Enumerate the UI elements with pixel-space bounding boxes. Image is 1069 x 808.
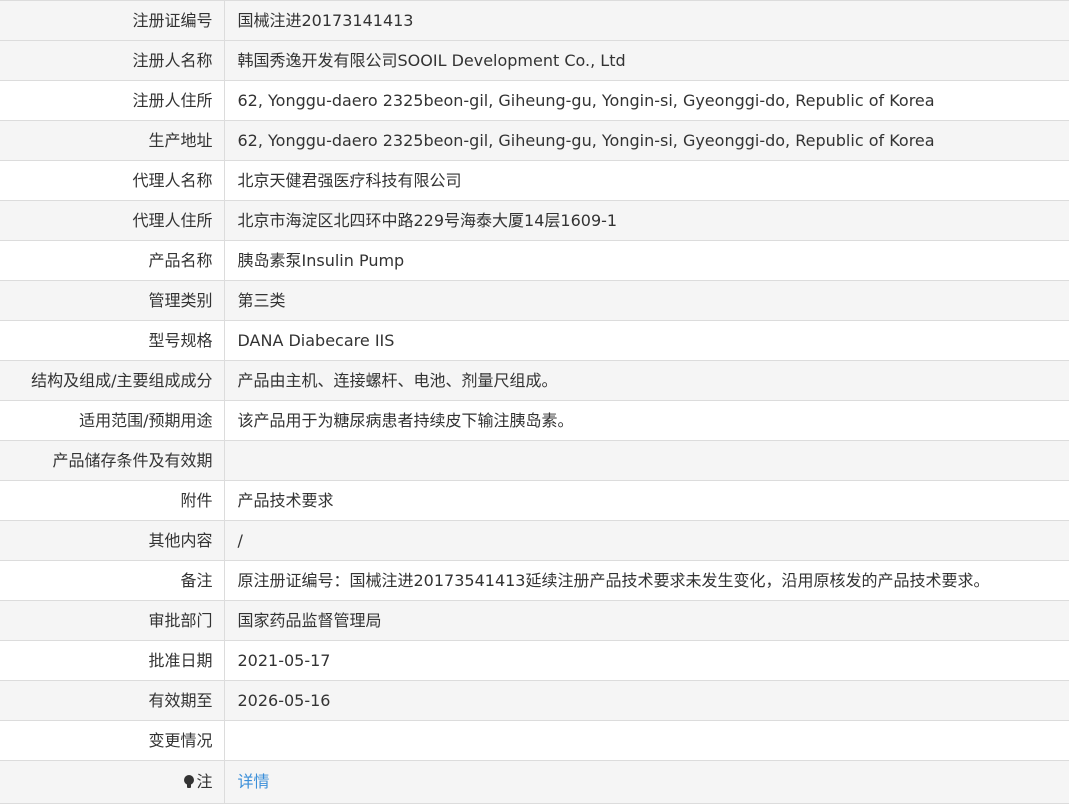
row-label: 有效期至 [0, 680, 225, 721]
row-value: 产品技术要求 [224, 480, 1069, 521]
row-value: 原注册证编号：国械注进20173541413延续注册产品技术要求未发生变化，沿用… [224, 560, 1069, 601]
row-value: 北京天健君强医疗科技有限公司 [224, 160, 1069, 201]
row-value: 该产品用于为糖尿病患者持续皮下输注胰岛素。 [224, 400, 1069, 441]
row-value: 北京市海淀区北四环中路229号海泰大厦14层1609-1 [224, 200, 1069, 241]
row-label: 结构及组成/主要组成成分 [0, 360, 225, 401]
table-row-agent-name: 代理人名称 北京天健君强医疗科技有限公司 [0, 160, 1069, 201]
row-label: 批准日期 [0, 640, 225, 681]
row-value: 产品由主机、连接螺杆、电池、剂量尺组成。 [224, 360, 1069, 401]
row-value: 胰岛素泵Insulin Pump [224, 240, 1069, 281]
note-label-cell: 注 [0, 760, 225, 804]
row-label: 附件 [0, 480, 225, 521]
table-row-registration-number: 注册证编号 国械注进20173141413 [0, 0, 1069, 41]
table-row-approval-department: 审批部门 国家药品监督管理局 [0, 600, 1069, 641]
row-value: / [224, 520, 1069, 561]
row-label: 产品储存条件及有效期 [0, 440, 225, 481]
table-row-registrant-address: 注册人住所 62, Yonggu-daero 2325beon-gil, Gih… [0, 80, 1069, 121]
row-label: 其他内容 [0, 520, 225, 561]
lightbulb-icon [184, 775, 195, 789]
row-value: DANA Diabecare IIS [224, 320, 1069, 361]
table-row-attachments: 附件 产品技术要求 [0, 480, 1069, 521]
table-row-structure-composition: 结构及组成/主要组成成分 产品由主机、连接螺杆、电池、剂量尺组成。 [0, 360, 1069, 401]
row-label: 管理类别 [0, 280, 225, 321]
table-row-product-name: 产品名称 胰岛素泵Insulin Pump [0, 240, 1069, 281]
row-label: 代理人住所 [0, 200, 225, 241]
row-label: 注册证编号 [0, 0, 225, 41]
table-row-production-address: 生产地址 62, Yonggu-daero 2325beon-gil, Gihe… [0, 120, 1069, 161]
table-row-change-status: 变更情况 [0, 720, 1069, 761]
table-row-other-content: 其他内容 / [0, 520, 1069, 561]
row-label: 审批部门 [0, 600, 225, 641]
table-row-model-spec: 型号规格 DANA Diabecare IIS [0, 320, 1069, 361]
table-row-note: 注 详情 [0, 760, 1069, 804]
row-value: 韩国秀逸开发有限公司SOOIL Development Co., Ltd [224, 40, 1069, 81]
row-label: 生产地址 [0, 120, 225, 161]
table-row-storage-validity: 产品储存条件及有效期 [0, 440, 1069, 481]
table-row-registrant-name: 注册人名称 韩国秀逸开发有限公司SOOIL Development Co., L… [0, 40, 1069, 81]
registration-detail-table: 注册证编号 国械注进20173141413 注册人名称 韩国秀逸开发有限公司SO… [0, 0, 1069, 804]
row-value: 62, Yonggu-daero 2325beon-gil, Giheung-g… [224, 80, 1069, 121]
table-row-management-category: 管理类别 第三类 [0, 280, 1069, 321]
table-row-approval-date: 批准日期 2021-05-17 [0, 640, 1069, 681]
row-value: 国家药品监督管理局 [224, 600, 1069, 641]
row-value [224, 720, 1069, 761]
row-label: 型号规格 [0, 320, 225, 361]
table-row-agent-address: 代理人住所 北京市海淀区北四环中路229号海泰大厦14层1609-1 [0, 200, 1069, 241]
details-link[interactable]: 详情 [238, 772, 270, 791]
row-value: 国械注进20173141413 [224, 0, 1069, 41]
row-value: 第三类 [224, 280, 1069, 321]
row-label: 适用范围/预期用途 [0, 400, 225, 441]
note-label: 注 [196, 772, 213, 791]
table-row-intended-use: 适用范围/预期用途 该产品用于为糖尿病患者持续皮下输注胰岛素。 [0, 400, 1069, 441]
table-row-valid-until: 有效期至 2026-05-16 [0, 680, 1069, 721]
row-label: 注册人名称 [0, 40, 225, 81]
row-label: 变更情况 [0, 720, 225, 761]
row-value: 2021-05-17 [224, 640, 1069, 681]
row-label: 代理人名称 [0, 160, 225, 201]
note-value-cell: 详情 [224, 760, 1069, 804]
row-label: 注册人住所 [0, 80, 225, 121]
row-label: 备注 [0, 560, 225, 601]
row-value: 62, Yonggu-daero 2325beon-gil, Giheung-g… [224, 120, 1069, 161]
table-row-remarks: 备注 原注册证编号：国械注进20173541413延续注册产品技术要求未发生变化… [0, 560, 1069, 601]
row-label: 产品名称 [0, 240, 225, 281]
row-value [224, 440, 1069, 481]
row-value: 2026-05-16 [224, 680, 1069, 721]
